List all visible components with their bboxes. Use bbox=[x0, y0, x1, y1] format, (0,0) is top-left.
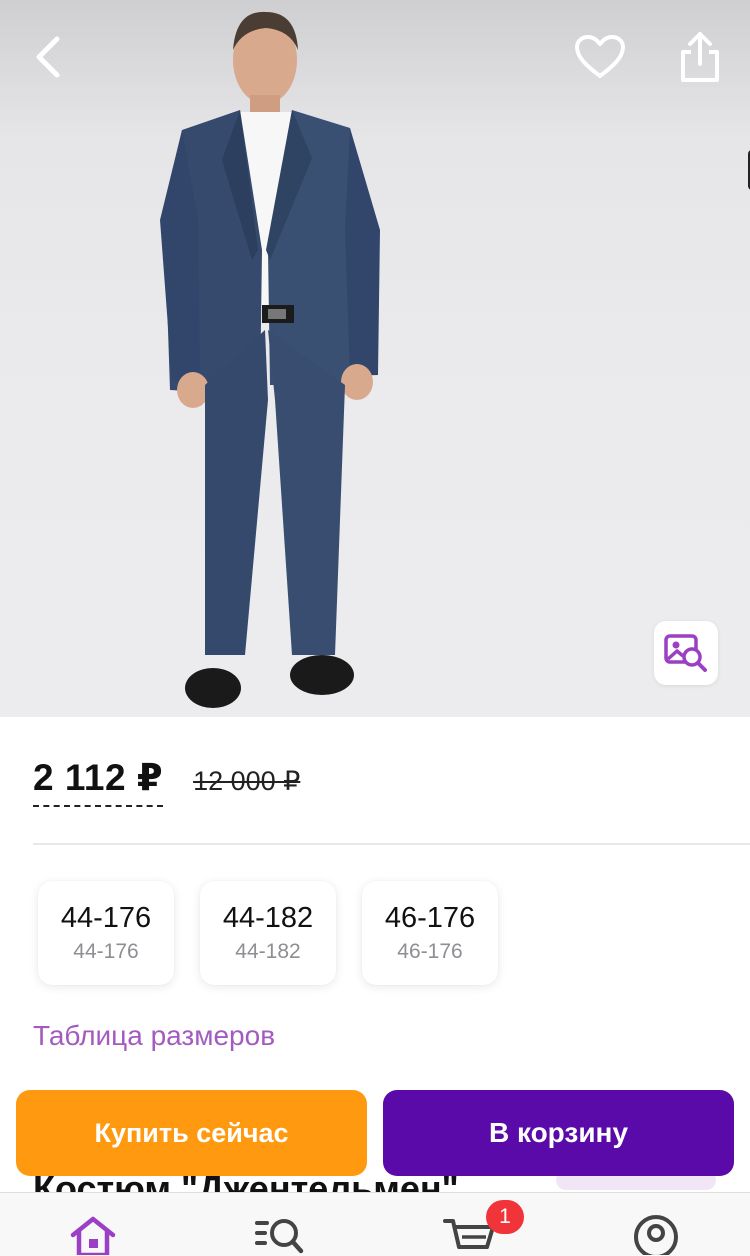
product-photo[interactable] bbox=[0, 0, 750, 717]
size-table-link[interactable]: Таблица размеров bbox=[33, 1020, 275, 1052]
divider bbox=[33, 843, 750, 845]
size-selector: 44-176 44-176 44-182 44-182 46-176 46-17… bbox=[38, 881, 498, 985]
size-option[interactable]: 44-176 44-176 bbox=[38, 881, 174, 985]
tab-profile[interactable] bbox=[616, 1215, 696, 1256]
buy-now-button[interactable]: Купить сейчас bbox=[16, 1090, 367, 1176]
heart-icon bbox=[575, 35, 625, 78]
price-old: 12 000 ₽ bbox=[193, 766, 301, 796]
add-to-cart-button[interactable]: В корзину bbox=[383, 1090, 734, 1176]
size-label: 46-176 bbox=[384, 902, 476, 935]
suit-model-image bbox=[160, 11, 380, 708]
tab-catalog[interactable] bbox=[240, 1215, 320, 1256]
bottom-tab-bar bbox=[0, 1192, 750, 1256]
tab-home[interactable] bbox=[53, 1215, 133, 1256]
product-page: 2 112 ₽ 12 000 ₽ 44-176 44-176 44-182 44… bbox=[0, 0, 750, 1256]
size-sublabel: 44-176 bbox=[73, 939, 139, 963]
catalog-search-icon bbox=[255, 1219, 304, 1254]
home-icon bbox=[70, 1216, 116, 1255]
share-icon bbox=[681, 32, 719, 82]
size-label: 44-182 bbox=[222, 902, 314, 935]
size-label: 44-176 bbox=[60, 902, 152, 935]
favorite-button[interactable] bbox=[565, 22, 635, 92]
size-sublabel: 46-176 bbox=[397, 939, 463, 963]
size-option[interactable]: 46-176 46-176 bbox=[362, 881, 498, 985]
share-button[interactable] bbox=[665, 22, 735, 92]
price-current[interactable]: 2 112 ₽ bbox=[33, 756, 164, 807]
price-row: 2 112 ₽ 12 000 ₽ bbox=[33, 756, 300, 807]
back-button[interactable] bbox=[14, 22, 84, 92]
chevron-left-icon bbox=[36, 36, 60, 78]
visual-search-button[interactable] bbox=[654, 621, 718, 685]
profile-icon bbox=[634, 1215, 678, 1255]
cart-count-badge: 1 bbox=[486, 1200, 524, 1234]
size-sublabel: 44-182 bbox=[235, 939, 301, 963]
image-search-icon bbox=[664, 634, 707, 672]
size-option[interactable]: 44-182 44-182 bbox=[200, 881, 336, 985]
